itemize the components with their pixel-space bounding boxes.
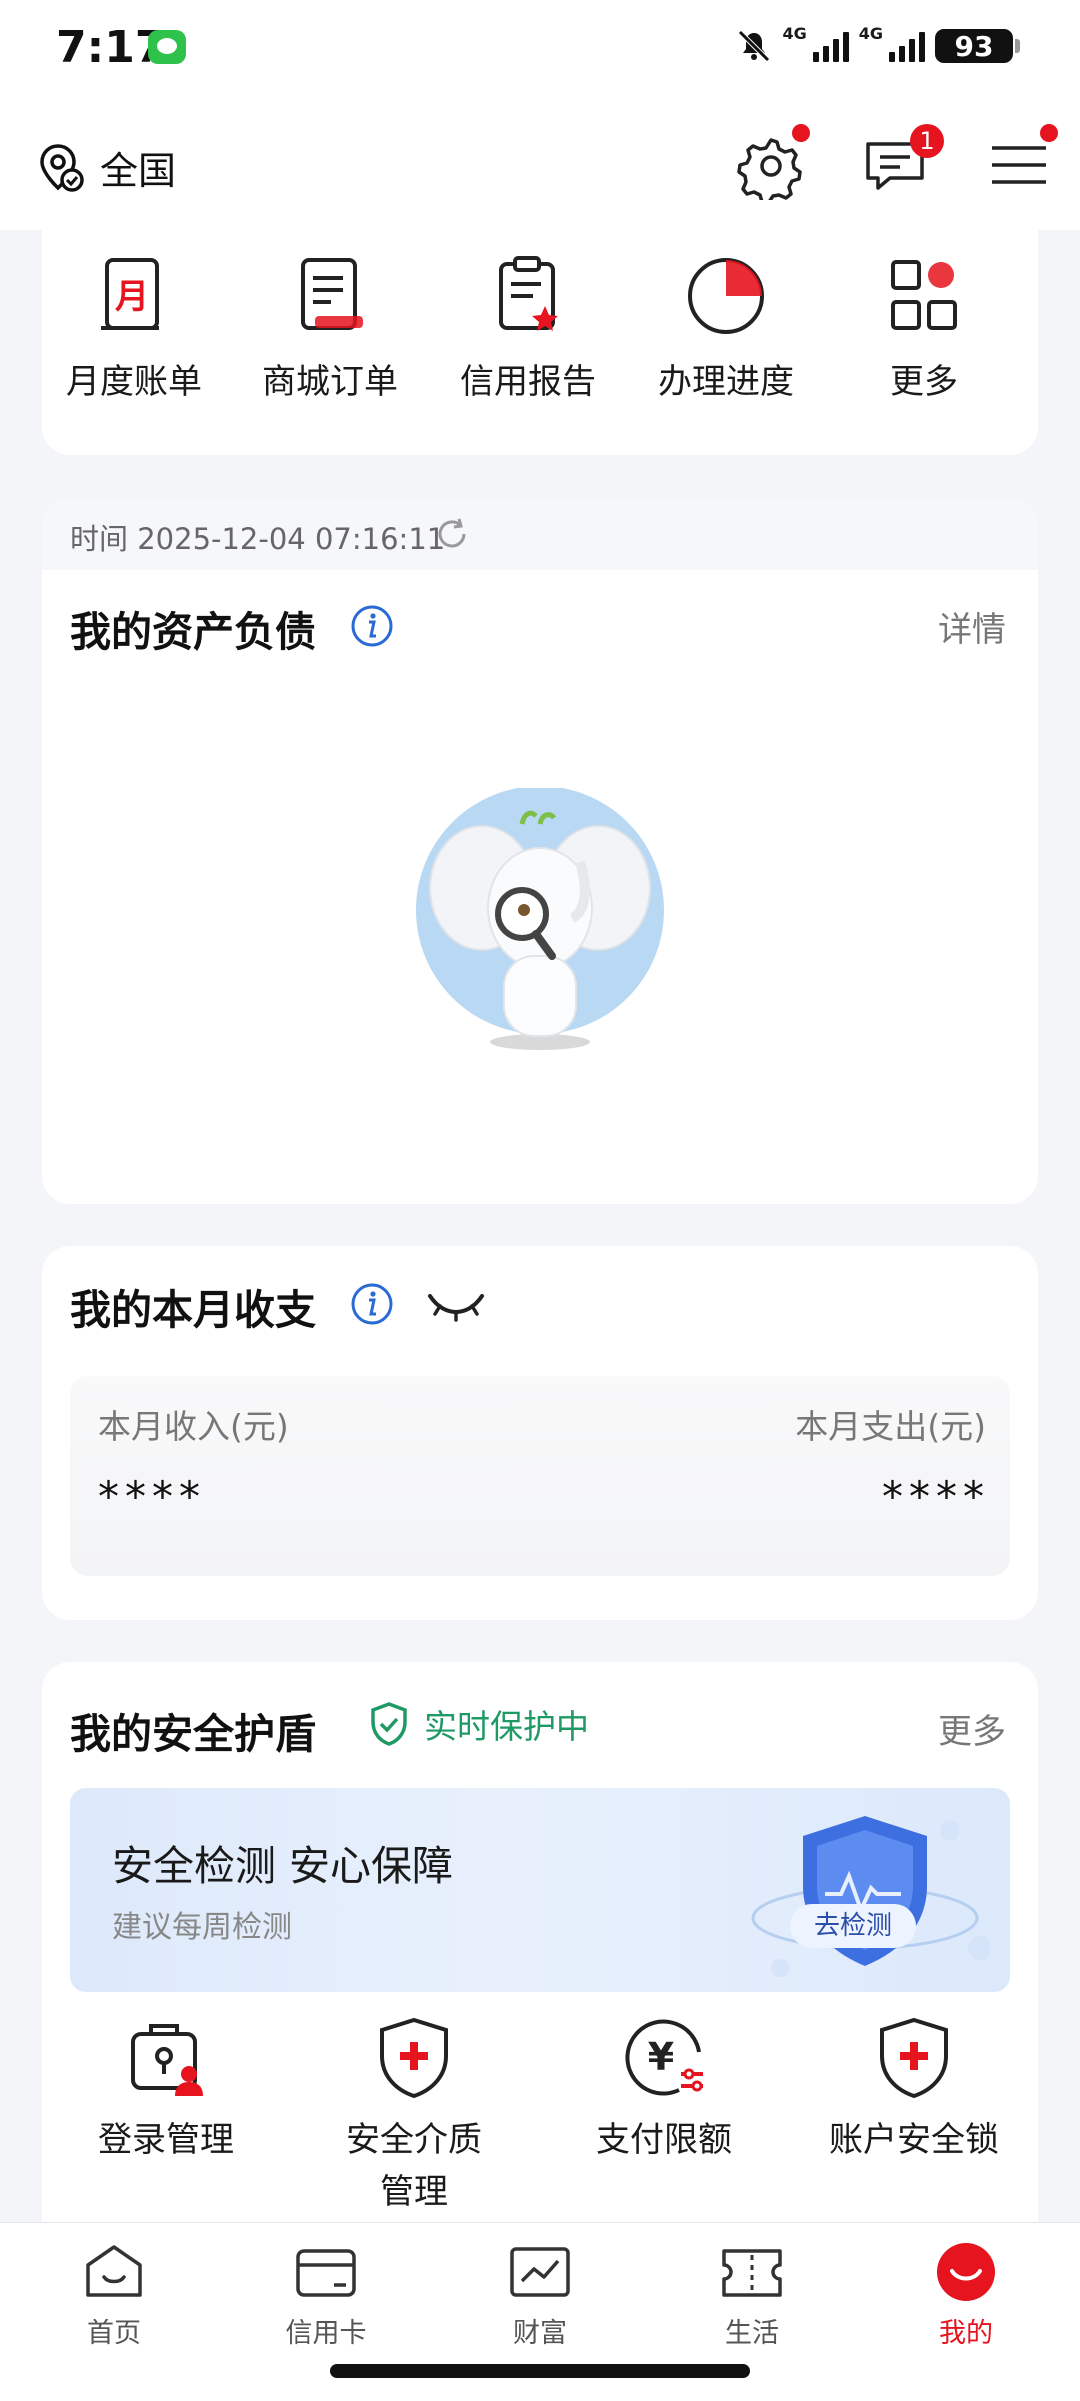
bell-muted-icon	[738, 30, 771, 62]
tab-label: 首页	[87, 2318, 141, 2349]
login-lock-user-icon	[131, 2024, 203, 2096]
security-item-medium-management[interactable]: 安全介质 管理	[294, 2012, 534, 2218]
security-item-label: 登录管理	[98, 2120, 234, 2160]
settings-button[interactable]	[736, 124, 810, 204]
status-bar: 7:17 4G 4G 93	[0, 0, 1080, 100]
quick-action-label: 办理进度	[658, 362, 794, 402]
tab-label: 我的	[939, 2318, 993, 2349]
security-check-banner[interactable]: 安全检测 安心保障 建议每周检测 去检测	[70, 1788, 1010, 1992]
location-label: 全国	[100, 149, 177, 193]
status-indicators: 4G 4G 93	[736, 24, 1020, 64]
wealth-chart-icon	[510, 2247, 570, 2297]
payment-limit-icon: ¥	[625, 2019, 703, 2096]
security-item-account-lock[interactable]: 账户安全锁	[794, 2012, 1034, 2166]
elephant-mascot-illustration	[416, 788, 664, 1050]
tab-wealth[interactable]: 财富	[470, 2241, 610, 2350]
tab-label: 生活	[725, 2318, 779, 2349]
messages-badge: 1	[910, 124, 944, 158]
monthly-bill-icon: 月	[101, 258, 159, 330]
network-type-2: 4G	[858, 24, 883, 43]
menu-notification-dot	[1040, 124, 1058, 142]
update-time: 时间 2025-12-04 07:16:11	[70, 522, 446, 556]
location-pin-icon	[40, 143, 84, 192]
tab-label: 信用卡	[285, 2318, 367, 2349]
income-value: ****	[98, 1472, 206, 1521]
monthly-bill-glyph: 月	[115, 277, 149, 317]
security-item-login-management[interactable]: 登录管理	[46, 2012, 286, 2166]
ticket-icon	[722, 2249, 782, 2297]
refresh-icon[interactable]	[432, 514, 472, 554]
expense-value: ****	[882, 1472, 990, 1521]
security-shield-card: 我的安全护盾 实时保护中 更多 安全检测 安心保障 建议每周检测 去检测 登录管…	[42, 1662, 1038, 2222]
protection-status: 实时保护中	[368, 1700, 589, 1748]
tab-life[interactable]: 生活	[682, 2241, 822, 2350]
quick-action-label: 信用报告	[460, 362, 596, 402]
protection-status-text: 实时保护中	[424, 1707, 589, 1746]
quick-action-progress[interactable]: 办理进度	[636, 250, 816, 403]
income-title: 我的本月收支	[70, 1286, 316, 1334]
top-header: 全国 1	[0, 100, 1080, 230]
battery-level: 93	[935, 29, 1013, 63]
progress-icon	[688, 258, 764, 334]
tab-mine[interactable]: 我的	[896, 2241, 1036, 2350]
assets-title: 我的资产负债	[70, 608, 316, 656]
monthly-income-expense-card: 我的本月收支 本月收入(元) 本月支出(元) **** ****	[42, 1246, 1038, 1620]
quick-actions-card: 月 月度账单 商城订单 信用报告 办理进度 更多	[42, 230, 1038, 455]
security-item-payment-limit[interactable]: ¥ 支付限额	[544, 2012, 784, 2166]
battery-icon	[1015, 39, 1020, 53]
message-app-icon	[148, 30, 186, 64]
messages-button[interactable]: 1	[860, 124, 944, 200]
credit-card-icon	[296, 2249, 356, 2297]
signal-icon-2	[889, 30, 925, 62]
security-item-label: 支付限额	[596, 2120, 732, 2160]
assets-liabilities-card: 时间 2025-12-04 07:16:11 我的资产负债 详情	[42, 498, 1038, 1204]
expense-label: 本月支出(元)	[795, 1407, 986, 1446]
menu-button[interactable]	[984, 124, 1058, 200]
assets-detail-link[interactable]: 详情	[938, 602, 1006, 651]
more-grid-icon	[891, 260, 957, 330]
mall-order-icon	[301, 258, 363, 330]
security-shield-illustration	[751, 1816, 990, 1977]
quick-action-monthly-bill[interactable]: 月 月度账单	[44, 250, 224, 403]
network-type-1: 4G	[782, 24, 807, 43]
quick-action-mall-order[interactable]: 商城订单	[240, 250, 420, 403]
home-icon	[86, 2245, 142, 2297]
credit-report-icon	[499, 256, 558, 331]
home-indicator	[330, 2364, 750, 2378]
mine-smile-icon	[937, 2243, 995, 2301]
quick-action-more[interactable]: 更多	[834, 250, 1014, 403]
yuan-glyph: ¥	[648, 2035, 674, 2079]
income-summary-box: 本月收入(元) 本月支出(元) **** ****	[70, 1376, 1010, 1576]
banner-subtitle: 建议每周检测	[112, 1910, 292, 1945]
security-more-link[interactable]: 更多	[938, 1704, 1006, 1753]
tab-credit-card[interactable]: 信用卡	[256, 2241, 396, 2350]
info-icon[interactable]	[350, 1282, 394, 1326]
security-item-label: 账户安全锁	[829, 2120, 999, 2160]
update-time-bar: 时间 2025-12-04 07:16:11	[42, 498, 1038, 570]
income-label: 本月收入(元)	[98, 1407, 289, 1446]
signal-icon-1	[812, 30, 849, 62]
account-lock-shield-icon	[880, 2017, 948, 2099]
info-icon[interactable]	[350, 604, 394, 648]
security-title: 我的安全护盾	[70, 1710, 316, 1758]
tab-label: 财富	[513, 2318, 567, 2349]
quick-action-label: 商城订单	[262, 362, 398, 402]
quick-action-label: 月度账单	[66, 362, 202, 402]
location-selector[interactable]: 全国	[36, 140, 176, 195]
quick-action-credit-report[interactable]: 信用报告	[438, 250, 618, 403]
eye-closed-icon[interactable]	[426, 1284, 486, 1324]
go-check-button[interactable]: 去检测	[790, 1904, 916, 1948]
settings-notification-dot	[792, 124, 810, 142]
security-item-label: 安全介质 管理	[346, 2120, 482, 2212]
shield-plus-icon	[380, 2017, 448, 2099]
quick-action-label: 更多	[890, 362, 958, 402]
shield-check-icon	[371, 1702, 407, 1746]
tab-home[interactable]: 首页	[44, 2241, 184, 2350]
banner-title: 安全检测 安心保障	[112, 1842, 454, 1890]
